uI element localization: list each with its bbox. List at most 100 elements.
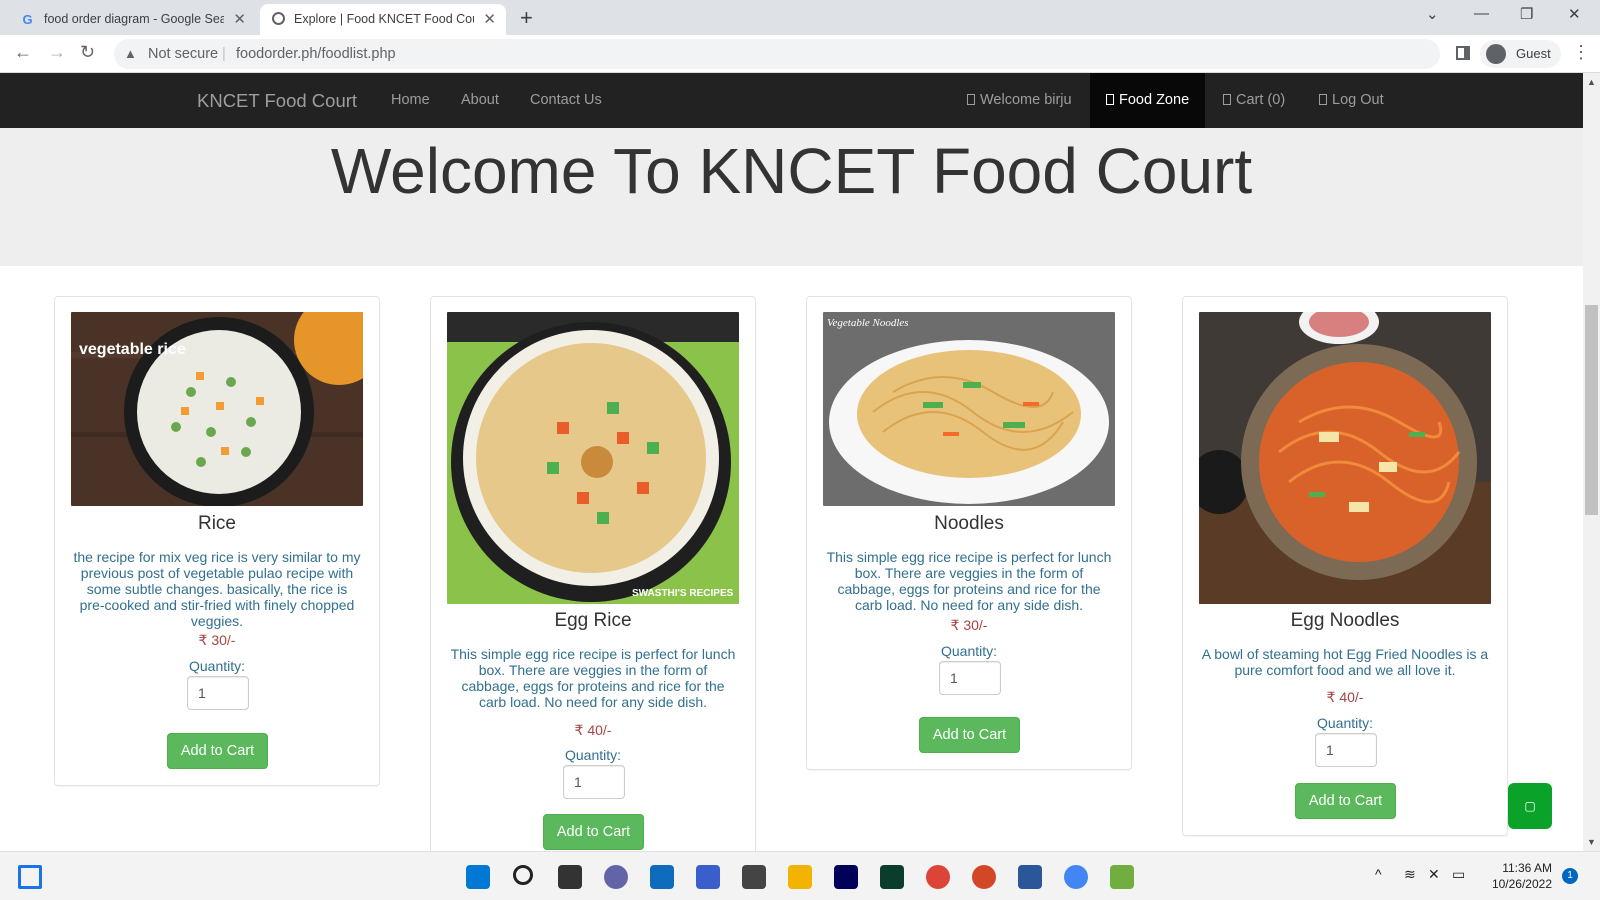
scrollbar-thumb[interactable] bbox=[1585, 305, 1598, 515]
product-price: ₹ 30/- bbox=[198, 632, 236, 648]
avatar-icon bbox=[1486, 44, 1506, 64]
profile-label: Guest bbox=[1516, 46, 1551, 61]
product-price: ₹ 30/- bbox=[950, 617, 988, 633]
task-view-icon[interactable] bbox=[558, 865, 582, 889]
page-scrollbar[interactable]: ▲ ▼ bbox=[1583, 73, 1600, 851]
globe-icon bbox=[272, 12, 285, 25]
mail-icon[interactable] bbox=[650, 865, 674, 889]
clock[interactable]: 11:36 AM 10/26/2022 bbox=[1482, 860, 1552, 892]
nav-about[interactable]: About bbox=[461, 73, 499, 128]
close-tab-icon[interactable]: ✕ bbox=[233, 4, 246, 35]
wifi-icon[interactable]: ≋ bbox=[1404, 866, 1416, 883]
user-icon bbox=[967, 94, 975, 105]
scroll-up-icon[interactable]: ▲ bbox=[1587, 77, 1596, 87]
browser-tab-explore[interactable]: Explore | Food KNCET Food Court ✕ bbox=[260, 4, 506, 35]
quantity-label: Quantity: bbox=[1316, 715, 1374, 731]
nav-cart[interactable]: Cart (0) bbox=[1223, 73, 1285, 128]
quantity-input[interactable] bbox=[939, 661, 1001, 695]
chevron-up-icon[interactable]: ^ bbox=[1375, 866, 1382, 882]
product-name: Egg Noodles bbox=[1290, 610, 1400, 631]
profile-button[interactable]: Guest bbox=[1480, 40, 1561, 68]
widgets-icon[interactable] bbox=[18, 865, 42, 889]
product-image-rice: vegetable rice bbox=[71, 312, 363, 506]
welcome-banner: Welcome To KNCET Food Court bbox=[0, 128, 1583, 266]
url-text[interactable]: foodorder.ph/foodlist.php bbox=[236, 39, 396, 69]
quantity-label: Quantity: bbox=[564, 747, 622, 763]
reload-icon[interactable]: ↻ bbox=[80, 42, 95, 63]
quantity-input[interactable] bbox=[563, 765, 625, 799]
google-icon: G bbox=[22, 12, 33, 27]
page-title: Welcome To KNCET Food Court bbox=[330, 135, 1253, 207]
teams-chat-icon[interactable] bbox=[604, 865, 628, 889]
minimize-icon[interactable]: — bbox=[1474, 5, 1489, 22]
taskbar: ^ ≋ ✕ ▭ 11:36 AM 10/26/2022 1 bbox=[0, 851, 1600, 900]
app-icon[interactable] bbox=[880, 865, 904, 889]
powerpoint-icon[interactable] bbox=[972, 865, 996, 889]
product-description: the recipe for mix veg rice is very simi… bbox=[73, 549, 361, 629]
image-caption: Vegetable Noodles bbox=[827, 317, 909, 329]
quantity-label: Quantity: bbox=[940, 643, 998, 659]
new-tab-icon[interactable]: + bbox=[520, 5, 533, 31]
site-navbar: KNCET Food Court Home About Contact Us W… bbox=[0, 73, 1583, 128]
close-tab-icon[interactable]: ✕ bbox=[483, 4, 496, 35]
add-to-cart-button[interactable]: Add to Cart bbox=[543, 814, 644, 850]
app-icon[interactable] bbox=[742, 865, 766, 889]
chrome-icon[interactable] bbox=[926, 865, 950, 889]
product-description: A bowl of steaming hot Egg Fried Noodles… bbox=[1201, 646, 1489, 678]
chat-icon[interactable]: ▢ bbox=[1508, 783, 1552, 829]
nav-welcome[interactable]: Welcome birju bbox=[967, 73, 1072, 128]
nav-home[interactable]: Home bbox=[391, 73, 430, 128]
address-bar[interactable]: ▲ Not secure | foodorder.ph/foodlist.php bbox=[114, 39, 1440, 69]
scroll-down-icon[interactable]: ▼ bbox=[1587, 837, 1596, 847]
product-description: This simple egg rice recipe is perfect f… bbox=[450, 646, 736, 710]
image-caption: vegetable rice bbox=[79, 341, 186, 358]
tab-title: food order diagram - Google Search bbox=[44, 12, 224, 26]
file-explorer-icon[interactable] bbox=[788, 865, 812, 889]
nav-food-zone[interactable]: Food Zone bbox=[1090, 73, 1206, 128]
search-icon[interactable] bbox=[513, 865, 533, 885]
nav-food-zone-label: Food Zone bbox=[1119, 92, 1190, 108]
quantity-input[interactable] bbox=[187, 676, 249, 710]
premiere-icon[interactable] bbox=[834, 865, 858, 889]
product-name: Rice bbox=[197, 513, 236, 534]
nav-log-out[interactable]: Log Out bbox=[1319, 73, 1384, 128]
tab-title: Explore | Food KNCET Food Court bbox=[294, 12, 474, 26]
chevron-down-icon[interactable]: ⌄ bbox=[1426, 5, 1439, 23]
product-card-noodles: Vegetable Noodles Noodles This simple eg… bbox=[806, 296, 1132, 770]
site-brand[interactable]: KNCET Food Court bbox=[197, 73, 357, 128]
product-description: This simple egg rice recipe is perfect f… bbox=[826, 549, 1112, 613]
product-card-egg-rice: SWASTHI'S RECIPES Egg Rice This simple e… bbox=[430, 296, 756, 856]
add-to-cart-button[interactable]: Add to Cart bbox=[919, 717, 1020, 753]
logout-icon bbox=[1319, 94, 1327, 105]
app-icon[interactable] bbox=[696, 865, 720, 889]
quantity-input[interactable] bbox=[1315, 733, 1377, 767]
product-image-noodles: Vegetable Noodles bbox=[823, 312, 1115, 506]
product-name: Noodles bbox=[934, 513, 1004, 534]
browser-tab-google[interactable]: G food order diagram - Google Search ✕ bbox=[0, 4, 256, 35]
notification-badge[interactable]: 1 bbox=[1562, 868, 1578, 884]
browser-toolbar: ← → ↻ ▲ Not secure | foodorder.ph/foodli… bbox=[0, 35, 1600, 73]
menu-kebab-icon[interactable]: ⋮ bbox=[1572, 42, 1590, 63]
product-price: ₹ 40/- bbox=[1326, 689, 1364, 705]
clock-time: 11:36 AM bbox=[1502, 861, 1552, 875]
warning-icon[interactable]: ▲ bbox=[124, 39, 137, 69]
start-icon[interactable] bbox=[466, 865, 490, 889]
chrome-icon[interactable] bbox=[1064, 865, 1088, 889]
back-icon[interactable]: ← bbox=[14, 42, 32, 63]
restore-icon[interactable]: ❐ bbox=[1520, 5, 1533, 23]
security-label[interactable]: Not secure bbox=[148, 39, 218, 69]
add-to-cart-button[interactable]: Add to Cart bbox=[1295, 783, 1396, 819]
battery-icon[interactable]: ▭ bbox=[1452, 866, 1465, 883]
app-icon[interactable] bbox=[1110, 865, 1134, 889]
image-caption: SWASTHI'S RECIPES bbox=[632, 588, 734, 599]
volume-muted-icon[interactable]: ✕ bbox=[1428, 866, 1440, 883]
nav-contact-us[interactable]: Contact Us bbox=[530, 73, 602, 128]
word-icon[interactable] bbox=[1018, 865, 1042, 889]
close-window-icon[interactable]: ✕ bbox=[1568, 5, 1581, 23]
side-panel-icon[interactable] bbox=[1456, 46, 1470, 60]
clock-date: 10/26/2022 bbox=[1491, 877, 1552, 891]
forward-icon[interactable]: → bbox=[48, 42, 66, 63]
product-price: ₹ 40/- bbox=[574, 722, 612, 738]
add-to-cart-button[interactable]: Add to Cart bbox=[167, 733, 268, 769]
browser-tab-strip: G food order diagram - Google Search ✕ E… bbox=[0, 0, 1600, 35]
